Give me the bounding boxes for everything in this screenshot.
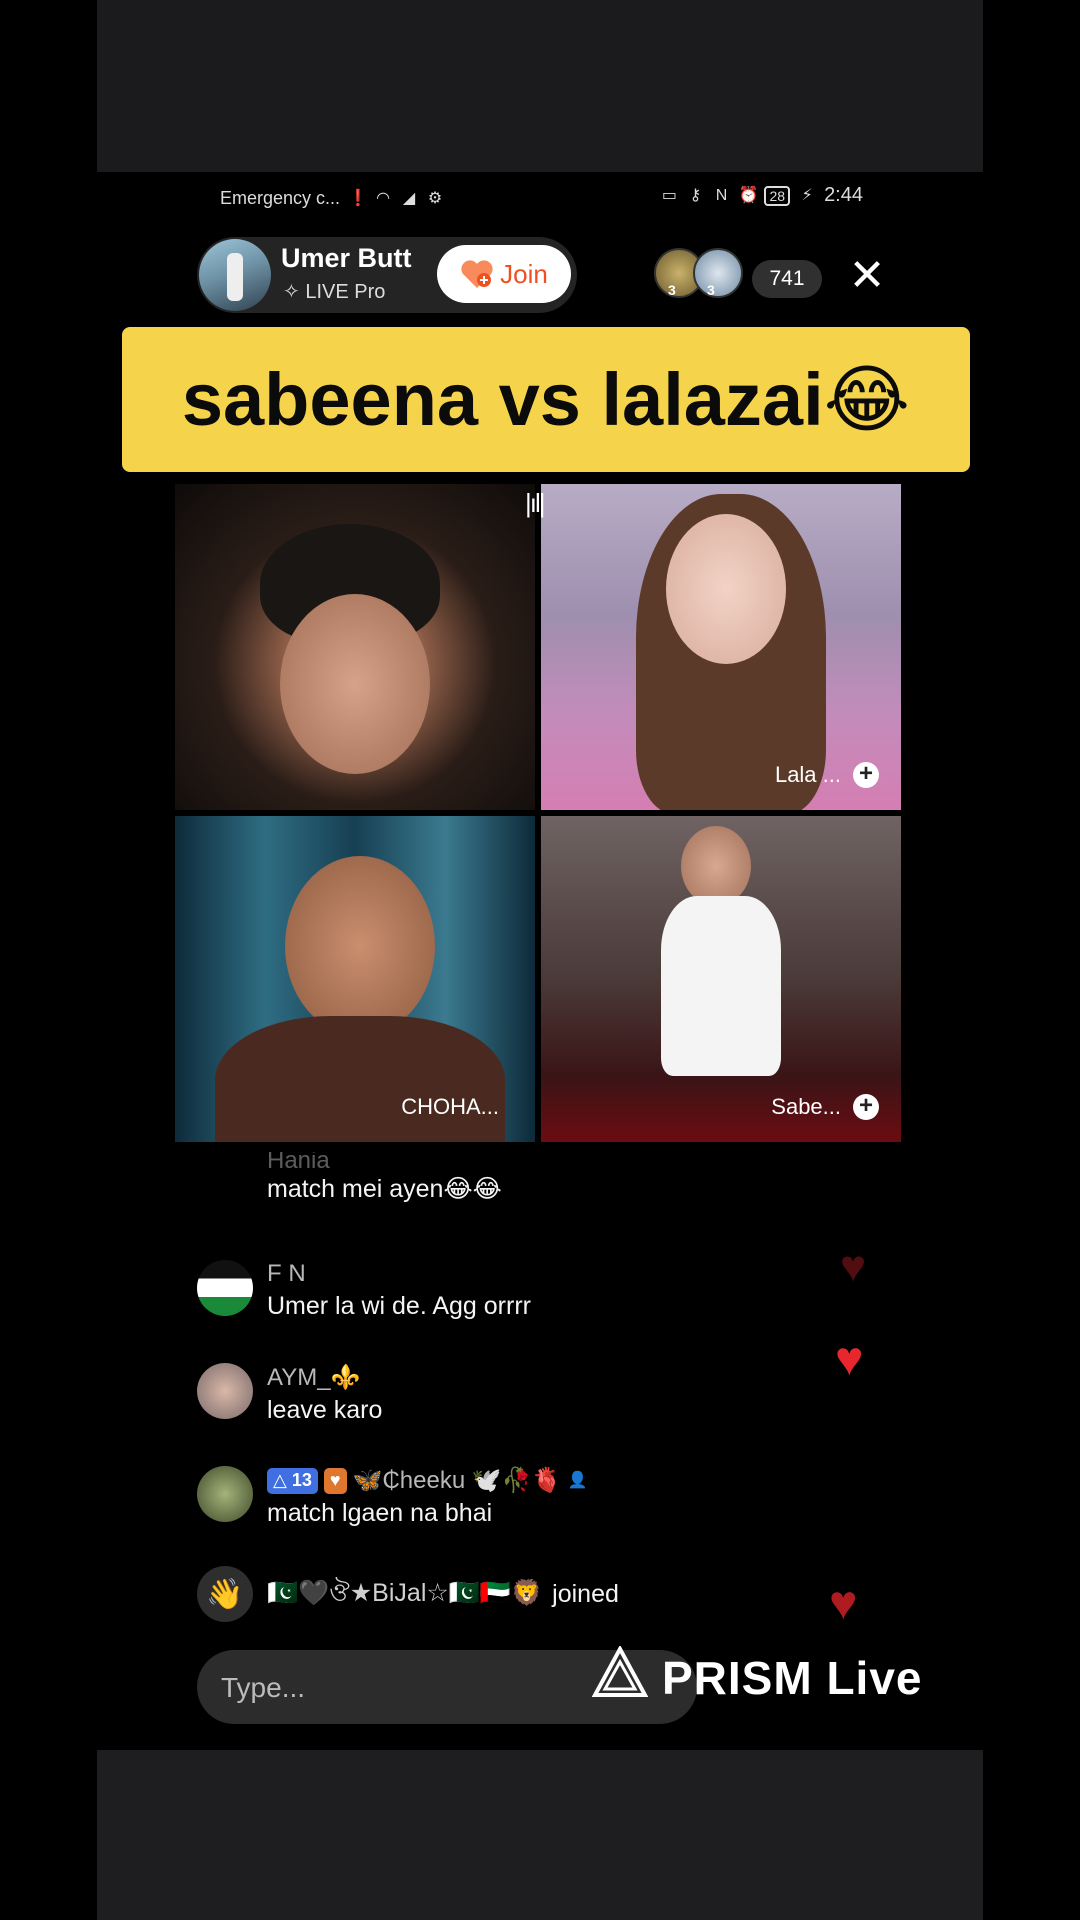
guest-tile[interactable]: CHOHA... (175, 816, 535, 1142)
carrier-label: Emergency c... (220, 188, 341, 208)
guest-video (215, 1016, 505, 1142)
join-label: Join (500, 258, 548, 289)
profile-icon: 👤 (567, 1471, 588, 1489)
multi-guest-grid: Lala ... + CHOHA... Sabe... + |ıl| (175, 484, 903, 1142)
alert-icon: ❗ (348, 189, 368, 207)
battery-indicator: 28 (764, 185, 791, 206)
fan-badge-icon: ♥ (323, 1467, 347, 1494)
alarm-icon: ⏰ (738, 186, 759, 204)
guest-tile[interactable]: Sabe... + (541, 816, 901, 1142)
signal-icon: ◢ (402, 189, 416, 207)
chat-text: Umer la wi de. Agg orrrr (267, 1292, 531, 1320)
chat-text: match mei ayen😂😂 (267, 1175, 502, 1203)
guest-video (280, 594, 430, 774)
top-viewer-avatar[interactable]: 3 (693, 248, 743, 298)
top-letterbox (0, 0, 1080, 172)
bottom-letterbox (97, 1750, 983, 1920)
floating-heart-icon: ♥ (840, 1242, 867, 1291)
settings-icon: ⚙ (427, 189, 443, 207)
guest-video (666, 514, 786, 664)
guest-tile[interactable] (175, 484, 535, 810)
chat-message: Hania match mei ayen😂😂 (267, 1152, 502, 1204)
comment-input[interactable] (197, 1650, 623, 1726)
guest-video (285, 856, 435, 1036)
guest-label: CHOHA... (401, 1094, 499, 1119)
video-caption: sabeena vs lalazai😂 (122, 327, 970, 472)
wave-hand-icon: 👋 (197, 1566, 253, 1622)
wifi-icon: ◠ (376, 189, 391, 207)
nfc-icon: N (715, 186, 728, 204)
guest-tile[interactable]: Lala ... + (541, 484, 901, 810)
chat-text: leave karo (267, 1396, 383, 1424)
prism-logo-icon (591, 1644, 649, 1709)
right-letterbox (983, 0, 1080, 1920)
level-badge: △ 13 (267, 1467, 318, 1494)
audio-bars-icon: |ıl| (525, 488, 545, 518)
host-live-pro-label: ✧ LIVE Pro (283, 281, 386, 303)
joined-label: joined (552, 1579, 619, 1608)
prism-live-watermark: PRISM Live (591, 1644, 923, 1709)
left-letterbox (0, 0, 97, 1920)
join-notice: 👋 🇵🇰🖤ঔ★BiJal☆🇵🇰🇦🇪🦁 joined (197, 1566, 619, 1622)
heart-plus-icon (460, 259, 494, 289)
host-avatar[interactable] (199, 239, 271, 311)
host-info[interactable]: Umer Butt ✧ LIVE Pro Join (197, 237, 577, 313)
charging-icon: ⚡ (801, 186, 813, 204)
chat-text: match lgaen na bhai (267, 1499, 493, 1527)
guest-label: Lala ... + (775, 762, 879, 788)
floating-heart-icon: ♥ (829, 1577, 858, 1630)
guest-video (681, 826, 751, 906)
chat-username[interactable]: AYM_⚜️ (267, 1363, 382, 1392)
host-name: Umer Butt (281, 243, 412, 273)
chat-message: AYM_⚜️ leave karo (197, 1363, 382, 1425)
chat-message: F N Umer la wi de. Agg orrrr (197, 1260, 531, 1321)
guest-video (661, 896, 781, 1076)
cast-icon: ▭ (661, 186, 678, 204)
follow-plus-icon[interactable]: + (853, 1094, 879, 1120)
floating-heart-icon: ♥ (835, 1333, 864, 1386)
joined-username[interactable]: 🇵🇰🖤ঔ★BiJal☆🇵🇰🇦🇪🦁 (267, 1573, 542, 1616)
chat-username[interactable]: F N (267, 1260, 531, 1288)
key-icon: ⚷ (689, 186, 702, 204)
live-stream-screen: Emergency c... ❗ ◠ ◢ ⚙ ▭ ⚷ N ⏰ 28 ⚡ 2:44… (97, 172, 983, 1750)
chat-username-row: △ 13 ♥ 🦋₵heeku 🕊️🥀🫀 👤 (267, 1466, 588, 1495)
guest-label: Sabe... + (771, 1094, 879, 1120)
chat-message: △ 13 ♥ 🦋₵heeku 🕊️🥀🫀 👤 match lgaen na bha… (197, 1466, 588, 1528)
follow-plus-icon[interactable]: + (853, 762, 879, 788)
watermark-text: PRISM Live (662, 1651, 923, 1704)
viewer-count[interactable]: 741 (752, 260, 822, 298)
chat-avatar[interactable] (197, 1466, 253, 1522)
chat-username[interactable]: Hania (267, 1152, 502, 1170)
status-bar: Emergency c... ❗ ◠ ◢ ⚙ ▭ ⚷ N ⏰ 28 ⚡ 2:44 (97, 182, 983, 222)
chat-avatar[interactable] (197, 1363, 253, 1419)
clock: 2:44 (824, 184, 863, 206)
chat-avatar[interactable] (197, 1260, 253, 1316)
chat-username[interactable]: 🦋₵heeku 🕊️🥀🫀 (353, 1466, 562, 1495)
join-button[interactable]: Join (437, 245, 571, 303)
close-icon[interactable]: ✕ (841, 250, 893, 302)
